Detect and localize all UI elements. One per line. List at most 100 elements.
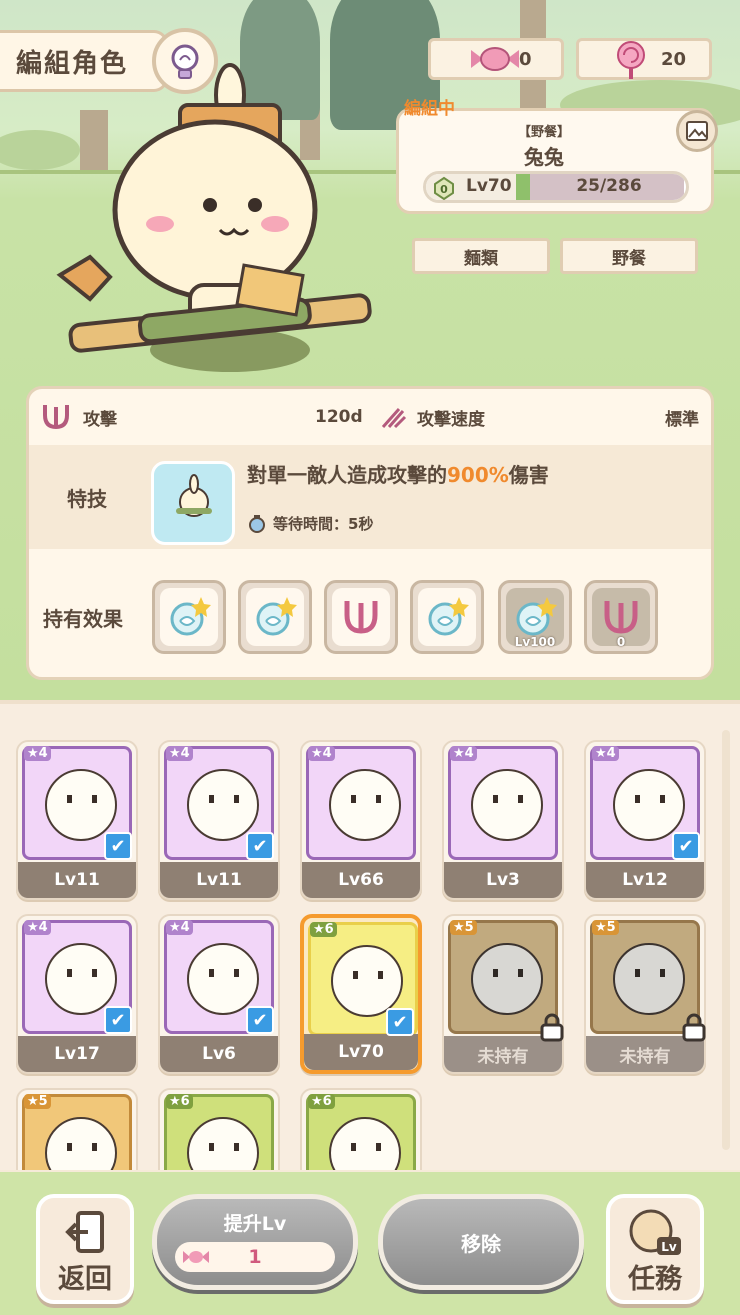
remove-label: 移除 xyxy=(461,1231,501,1256)
remove-button[interactable]: 移除 xyxy=(378,1194,584,1290)
lightbulb-icon xyxy=(171,44,199,79)
bottom-bar: 返回 提升Lv 1 移除 Lv 任務 xyxy=(0,1172,740,1315)
skill-label: 特技 xyxy=(67,487,107,511)
level-up-button[interactable]: 提升Lv 1 xyxy=(152,1194,358,1290)
selected-check-icon: ✔ xyxy=(104,1006,132,1034)
star-rating: ★4 xyxy=(166,920,193,935)
character-card[interactable]: ★4 Lv3 xyxy=(442,740,564,900)
mission-button[interactable]: Lv 任務 xyxy=(606,1194,704,1304)
back-button[interactable]: 返回 xyxy=(36,1194,134,1304)
character-card[interactable]: ★4 Lv11 ✔ xyxy=(158,740,280,900)
exp-bar: 0 Lv70 25/286 xyxy=(423,171,689,203)
character-card[interactable]: ★4 Lv12 ✔ xyxy=(584,740,706,900)
hint-button[interactable] xyxy=(152,28,218,94)
character-card-level: Lv6 xyxy=(160,1036,278,1072)
mission-character-icon: Lv xyxy=(629,1209,681,1255)
page-title: 編組角色 xyxy=(0,30,168,92)
in-group-tag: 編組中 xyxy=(404,99,455,119)
tag-button-noodles[interactable]: 麵類 xyxy=(412,238,550,274)
tag-picnic-label: 野餐 xyxy=(612,248,646,269)
skill-character-icon xyxy=(176,474,212,517)
character-card[interactable]: ★5 xyxy=(16,1088,138,1170)
candy-count: 0 xyxy=(519,48,532,70)
effect-slot[interactable]: Lv100 xyxy=(498,580,572,654)
character-card[interactable]: ★6 Lv70 ✔ xyxy=(300,914,422,1074)
level-up-cost-value: 1 xyxy=(248,1246,262,1268)
exp-text: 25/286 xyxy=(576,176,642,196)
wait-time: 等待時間：5秒 xyxy=(273,515,374,533)
character-card[interactable]: ★4 Lv11 ✔ xyxy=(16,740,138,900)
star-rating: ★6 xyxy=(308,1094,335,1109)
shield-star-icon xyxy=(516,597,557,636)
skill-desc-pct: 900% xyxy=(447,463,509,487)
skill-desc-pre: 對單一敵人造成攻擊的 xyxy=(247,463,447,487)
lollipop-icon xyxy=(617,41,645,79)
star-rating: ★4 xyxy=(24,746,51,761)
selected-check-icon: ✔ xyxy=(672,832,700,860)
gallery-button[interactable] xyxy=(676,110,718,152)
effects-label: 持有效果 xyxy=(43,607,123,631)
character-card[interactable]: ★4 Lv66 xyxy=(300,740,422,900)
roster-scrollbar[interactable] xyxy=(722,730,730,1150)
character-roster[interactable]: ★4 Lv11 ✔ ★4 Lv11 ✔ ★4 Lv66 ★4 Lv3 ★4 Lv12 ✔ ★4 Lv17 ✔ ★… xyxy=(0,700,740,1170)
tag-noodles-label: 麵類 xyxy=(464,248,498,269)
effect-slot[interactable]: 0 xyxy=(584,580,658,654)
character-card[interactable]: ★5 未持有 xyxy=(442,914,564,1074)
star-rating: ★4 xyxy=(24,920,51,935)
effect-slot[interactable] xyxy=(238,580,312,654)
character-card-level: Lv17 xyxy=(18,1036,136,1072)
character-card-art xyxy=(448,746,558,860)
claw-icon xyxy=(43,405,69,430)
candy-icon xyxy=(471,47,519,71)
star-rating: ★4 xyxy=(166,746,193,761)
attack-value: 120d xyxy=(315,407,363,427)
attack-row: 攻擊 120d 攻擊速度 標準 xyxy=(29,389,711,445)
shield-star-icon xyxy=(428,597,469,636)
attack-label: 攻擊 xyxy=(83,409,117,430)
tag-button-picnic[interactable]: 野餐 xyxy=(560,238,698,274)
character-card-level: Lv11 xyxy=(18,862,136,898)
selected-check-icon: ✔ xyxy=(246,832,274,860)
character-card[interactable]: ★6 xyxy=(300,1088,422,1170)
svg-text:0: 0 xyxy=(440,183,448,196)
character-card[interactable]: ★4 Lv17 ✔ xyxy=(16,914,138,1074)
candy-icon xyxy=(183,1251,209,1263)
character-card[interactable]: ★5 未持有 xyxy=(584,914,706,1074)
mission-label: 任務 xyxy=(628,1264,682,1295)
picture-icon xyxy=(686,121,708,141)
character-card-level: Lv11 xyxy=(160,862,278,898)
lollipop-count: 20 xyxy=(661,48,687,70)
effect-slot[interactable] xyxy=(410,580,484,654)
back-label: 返回 xyxy=(58,1264,112,1295)
hourglass-icon xyxy=(249,514,265,533)
skill-description: 對單一敵人造成攻擊的900%傷害 xyxy=(247,459,549,488)
level-up-cost: 1 xyxy=(175,1242,335,1272)
character-card[interactable]: ★6 xyxy=(158,1088,280,1170)
character-portrait xyxy=(56,63,372,372)
star-rating: ★5 xyxy=(592,920,619,935)
character-subtitle: 【野餐】 xyxy=(517,125,570,140)
candy-counter: 0 xyxy=(428,38,564,80)
character-card-level: Lv3 xyxy=(444,862,562,898)
character-card-level: Lv66 xyxy=(302,862,420,898)
level-up-label: 提升Lv xyxy=(223,1213,287,1235)
effect-slot[interactable] xyxy=(152,580,226,654)
speed-icon xyxy=(381,408,407,429)
character-card[interactable]: ★4 Lv6 ✔ xyxy=(158,914,280,1074)
exit-door-icon xyxy=(65,1211,104,1253)
speed-label: 攻擊速度 xyxy=(417,409,485,430)
effect-slot[interactable] xyxy=(324,580,398,654)
skill-desc-post: 傷害 xyxy=(508,463,549,487)
selected-check-icon: ✔ xyxy=(246,1006,274,1034)
star-rating: ★4 xyxy=(450,746,477,761)
mission-badge: Lv xyxy=(661,1240,677,1254)
shield-star-icon xyxy=(256,597,297,636)
claw-icon xyxy=(344,601,378,634)
level-badge-icon: 0 xyxy=(434,176,454,200)
character-card-level: Lv12 xyxy=(586,862,704,898)
star-rating: ★5 xyxy=(450,920,477,935)
claw-icon xyxy=(604,601,638,634)
star-rating: ★4 xyxy=(592,746,619,761)
skill-icon[interactable] xyxy=(151,461,235,545)
skill-row: 特技 對單一敵人造成攻擊的900%傷害 等待時間：5秒 xyxy=(29,445,711,549)
